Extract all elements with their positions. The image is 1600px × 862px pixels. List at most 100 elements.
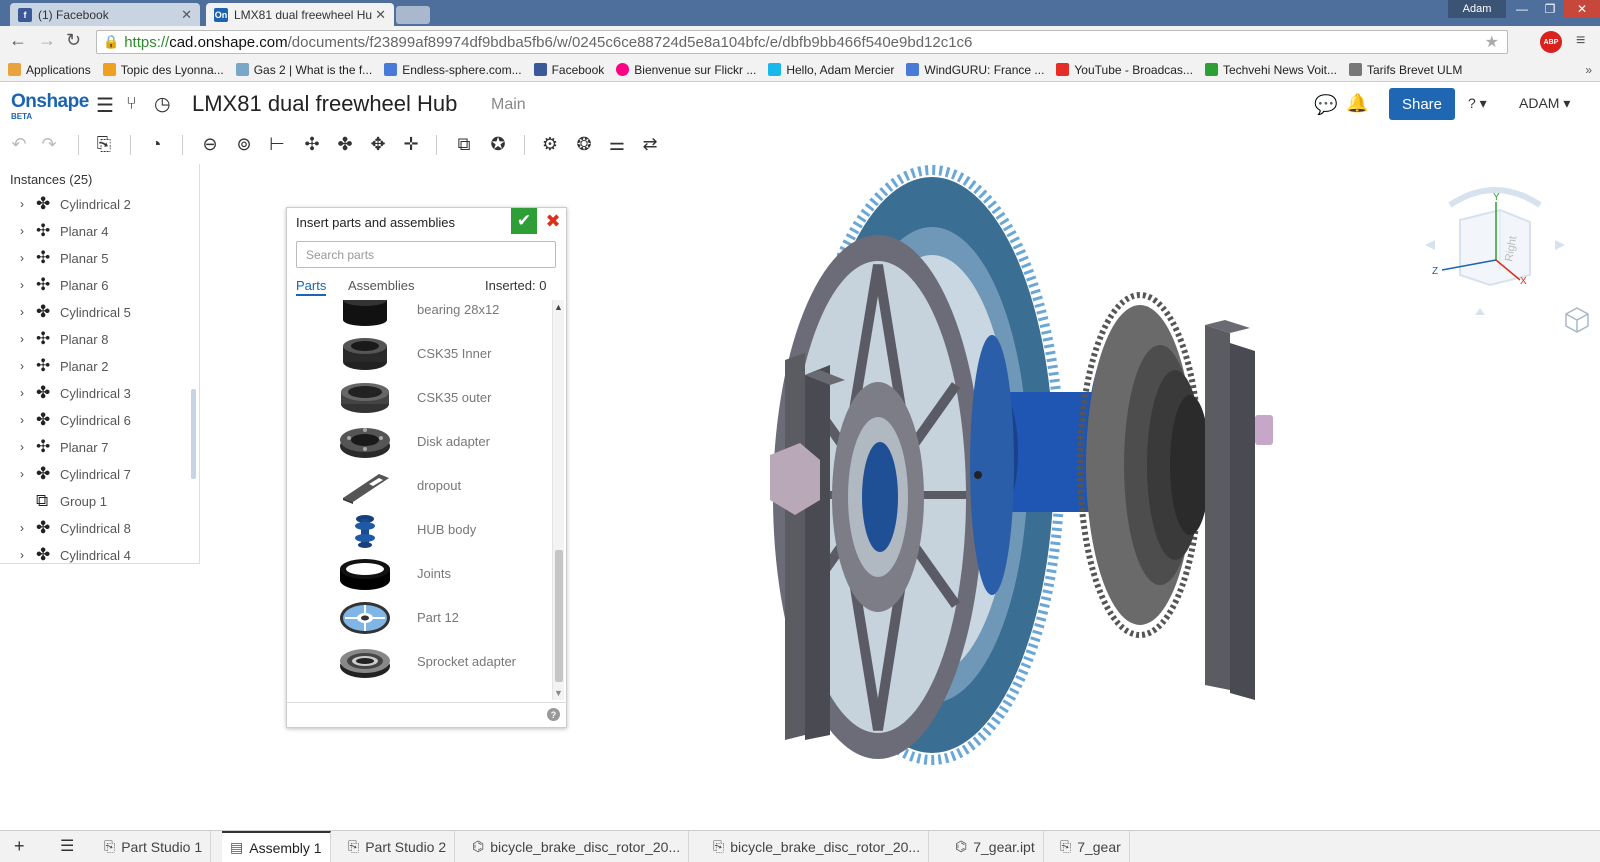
bookmark-gas2[interactable]: Gas 2 | What is the f... [235,63,372,77]
reload-icon[interactable]: ↻ [66,30,81,51]
list-item[interactable]: HUB body [287,508,549,552]
bookmark-vimeo[interactable]: Hello, Adam Mercier [768,63,894,77]
bookmark-flickr[interactable]: Bienvenue sur Flickr ... [616,63,756,77]
add-tab-icon[interactable]: + [14,836,25,857]
window-close-icon[interactable]: ✕ [1564,0,1600,18]
bookmark-techvehi[interactable]: Techvehi News Voit... [1204,63,1337,77]
gear-relation-icon[interactable]: ⚙ [538,132,562,156]
insert-icon[interactable]: ⎘ [92,132,116,156]
list-item[interactable]: Disk adapter [287,420,549,464]
share-button[interactable]: Share [1389,88,1455,120]
view-cube[interactable]: Right Y Z X [1420,180,1570,320]
help-icon[interactable]: ? [547,708,560,721]
instance-item[interactable]: › ✣ Planar 7 [0,435,190,459]
view-rotate-down-icon[interactable] [1475,308,1485,315]
url-field[interactable]: 🔒 https://cad.onshape.com/documents/f238… [96,30,1508,54]
bookmark-tarifs-ulm[interactable]: Tarifs Brevet ULM [1349,63,1462,77]
new-tab-button[interactable] [396,6,430,24]
back-icon[interactable]: ← [9,30,27,51]
replicate-icon[interactable]: ◔ [144,132,168,156]
bookmark-windguru[interactable]: WindGURU: France ... [906,63,1044,77]
instance-item[interactable]: › ✣ Planar 4 [0,219,190,243]
linear-relation-icon[interactable]: ⇄ [638,132,662,156]
search-parts-input[interactable] [296,241,556,268]
tab-part-studio-2[interactable]: ⎘ Part Studio 2 [340,831,456,862]
pin-slot-mate-icon[interactable]: ✥ [366,132,390,156]
tab-7-gear[interactable]: ⎘ 7_gear [1052,831,1130,862]
slider-mate-icon[interactable]: ⊢ [265,132,289,156]
cancel-close-icon[interactable]: ✖ [541,208,565,234]
tab-7-gear-ipt[interactable]: ⌬ 7_gear.ipt [947,831,1044,862]
parts-list-scrollbar[interactable]: ▲ ▼ [552,300,564,700]
close-icon[interactable]: ✕ [375,7,386,23]
onshape-logo[interactable]: Onshape [11,91,89,113]
instance-item[interactable]: › ✤ Cylindrical 8 [0,516,190,540]
chevron-right-icon[interactable]: › [20,413,24,427]
instance-item[interactable]: › ✤ Cylindrical 6 [0,408,190,432]
group-icon[interactable]: ⧉ [452,132,476,156]
bookmark-youtube[interactable]: YouTube - Broadcas... [1056,63,1193,77]
instance-item[interactable]: › ✤ Cylindrical 7 [0,462,190,486]
cassette-sprocket[interactable] [1077,292,1210,638]
rack-pinion-icon[interactable]: ❂ [572,132,596,156]
list-item[interactable]: CSK35 outer [287,376,549,420]
list-item[interactable]: Part 12 [287,596,549,640]
list-item[interactable]: Sprocket adapter [287,640,549,684]
assembly-3d-model[interactable] [760,165,1320,775]
chevron-right-icon[interactable]: › [20,305,24,319]
list-item[interactable]: dropout [287,464,549,508]
adblock-icon[interactable]: ABP [1540,31,1562,53]
tab-brake-disc-rotor-studio[interactable]: ⎘ bicycle_brake_disc_rotor_20... [705,831,930,862]
browser-tab-onshape[interactable]: On LMX81 dual freewheel Hu ✕ [206,3,394,26]
history-icon[interactable]: ◷ [154,93,171,116]
tab-part-studio-1[interactable]: ⎘ Part Studio 1 [96,831,212,862]
view-rotate-right-icon[interactable] [1555,240,1565,250]
workspace-name[interactable]: Main [491,96,526,114]
chevron-right-icon[interactable]: › [20,359,24,373]
browser-tab-facebook[interactable]: f (1) Facebook ✕ [10,3,200,26]
view-rotate-left-icon[interactable] [1425,240,1435,250]
scroll-down-icon[interactable]: ▼ [554,688,563,698]
chevron-right-icon[interactable]: › [20,548,24,562]
ball-mate-icon[interactable]: ✛ [399,132,423,156]
instance-item[interactable]: › ✤ Cylindrical 2 [0,192,190,216]
bookmark-star-icon[interactable]: ★ [1485,32,1499,52]
bookmark-lyonna[interactable]: Topic des Lyonna... [102,63,224,77]
chevron-right-icon[interactable]: › [20,521,24,535]
right-dropout[interactable] [1205,320,1273,700]
instance-item[interactable]: ⧉ Group 1 [0,489,190,513]
document-title[interactable]: LMX81 dual freewheel Hub [192,91,457,117]
tab-assembly-1[interactable]: ▤ Assembly 1 [222,831,331,862]
bookmarks-overflow-icon[interactable]: » [1585,63,1592,77]
chevron-right-icon[interactable]: › [20,278,24,292]
instance-item[interactable]: › ✤ Cylindrical 3 [0,381,190,405]
undo-icon[interactable]: ↶ [7,132,31,156]
browser-menu-icon[interactable]: ≡ [1576,32,1585,50]
screw-relation-icon[interactable]: ⚌ [605,132,629,156]
cylindrical-mate-icon[interactable]: ✤ [333,132,357,156]
revolute-mate-icon[interactable]: ⊚ [232,132,256,156]
chevron-right-icon[interactable]: › [20,251,24,265]
list-item[interactable]: bearing 28x12 [287,300,549,332]
instance-item[interactable]: › ✤ Cylindrical 4 [0,543,190,563]
instance-item[interactable]: › ✤ Cylindrical 5 [0,300,190,324]
user-menu[interactable]: ADAM ▾ [1519,95,1570,112]
instances-scrollbar[interactable] [191,389,196,479]
bookmark-endless-sphere[interactable]: Endless-sphere.com... [384,63,522,77]
chevron-right-icon[interactable]: › [20,386,24,400]
tab-assemblies[interactable]: Assemblies [348,278,414,293]
instance-item[interactable]: › ✣ Planar 5 [0,246,190,270]
redo-icon[interactable]: ↷ [37,132,61,156]
close-icon[interactable]: ✕ [181,7,192,23]
instance-item[interactable]: › ✣ Planar 8 [0,327,190,351]
chevron-right-icon[interactable]: › [20,440,24,454]
help-menu[interactable]: ? ▾ [1468,95,1487,112]
branch-icon[interactable]: ⑂ [126,93,137,114]
instance-item[interactable]: › ✣ Planar 2 [0,354,190,378]
window-user-badge[interactable]: Adam [1448,0,1506,18]
chevron-right-icon[interactable]: › [20,197,24,211]
chevron-right-icon[interactable]: › [20,224,24,238]
scroll-up-icon[interactable]: ▲ [554,302,563,312]
instance-item[interactable]: › ✣ Planar 6 [0,273,190,297]
mate-connector-icon[interactable]: ✪ [486,132,510,156]
